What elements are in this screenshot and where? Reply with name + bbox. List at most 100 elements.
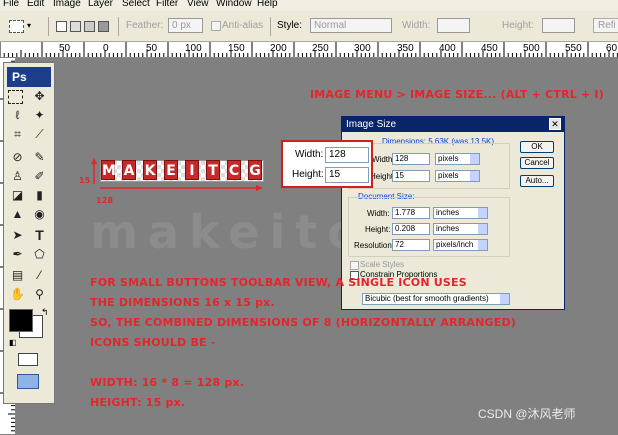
menu-filter[interactable]: Filter: [156, 0, 178, 9]
close-icon[interactable]: ✕: [549, 118, 561, 130]
scale-styles-checkbox[interactable]: [350, 261, 359, 270]
default-colors-icon[interactable]: ◧: [9, 338, 17, 347]
scale-styles-label: Scale Styles: [360, 260, 405, 269]
subtract-selection-icon[interactable]: [84, 21, 95, 32]
lasso-tool-icon[interactable]: ℓ: [8, 107, 27, 124]
calc-height: HEIGHT: 15 px.: [90, 396, 186, 409]
intersect-selection-icon[interactable]: [98, 21, 109, 32]
crop-tool-icon[interactable]: ⌗: [8, 126, 27, 143]
magic-wand-icon[interactable]: ✦: [30, 107, 49, 124]
ok-button[interactable]: OK: [520, 141, 554, 153]
style-label: Style:: [277, 20, 303, 31]
toolbox-panel: Ps ✥ ℓ ✦ ⌗ ⟋ ⊘ ✎ ♙ ✐ ◪ ▮ ▲ ◉ ➤ T ✒ ⬠ ▤ ⁄…: [3, 62, 55, 404]
options-bar: ▾ Feather: 0 px Anti-alias Style: Normal…: [0, 11, 618, 42]
note-line: FOR SMALL BUTTONS TOOLBAR VIEW, A SINGLE…: [90, 276, 467, 289]
ruler-label: 50: [146, 43, 158, 54]
px-width-unit-select[interactable]: pixels: [435, 153, 480, 165]
move-tool-icon[interactable]: ✥: [30, 88, 49, 105]
refine-edge-button[interactable]: Refi: [593, 18, 618, 33]
ruler-label: 150: [228, 43, 245, 54]
px-height-input[interactable]: 15: [392, 170, 430, 182]
menu-image[interactable]: Image: [53, 0, 81, 9]
style-select[interactable]: Normal: [310, 18, 392, 33]
height-dimension-label: 15: [79, 176, 91, 185]
antialias-checkbox[interactable]: [211, 21, 221, 31]
shape-tool-icon[interactable]: ⬠: [30, 246, 49, 263]
auto-button[interactable]: Auto...: [520, 175, 554, 187]
menu-edit[interactable]: Edit: [27, 0, 44, 9]
height-input[interactable]: [542, 18, 575, 33]
menu-window[interactable]: Window: [216, 0, 252, 9]
slice-tool-icon[interactable]: ⟋: [30, 126, 49, 143]
menu-bar: File Edit Image Layer Select Filter View…: [0, 0, 618, 11]
healing-brush-icon[interactable]: ⊘: [8, 149, 27, 166]
eyedropper-icon[interactable]: ⁄: [30, 267, 49, 284]
dialog-titlebar: Image Size ✕: [342, 117, 564, 132]
menu-view[interactable]: View: [187, 0, 209, 9]
ruler-label: 300: [354, 43, 371, 54]
add-selection-icon[interactable]: [70, 21, 81, 32]
menu-layer[interactable]: Layer: [88, 0, 113, 9]
brush-tool-icon[interactable]: ✎: [30, 149, 49, 166]
screen-mode-icon[interactable]: [17, 374, 39, 389]
type-tool-icon[interactable]: T: [30, 227, 49, 244]
callout-width-input[interactable]: 128: [325, 147, 369, 163]
cancel-button[interactable]: Cancel: [520, 157, 554, 169]
csdn-watermark: CSDN @沐风老师: [478, 407, 576, 421]
menu-file[interactable]: File: [3, 0, 19, 9]
path-select-icon[interactable]: ➤: [8, 227, 27, 244]
doc-width-unit-select[interactable]: inches: [433, 207, 488, 219]
clone-stamp-icon[interactable]: ♙: [8, 168, 27, 185]
instruction-heading: IMAGE MENU > IMAGE SIZE... (ALT + CTRL +…: [310, 88, 604, 101]
ruler-label: 450: [481, 43, 498, 54]
menu-help[interactable]: Help: [257, 0, 278, 9]
ruler-label: 500: [523, 43, 540, 54]
ruler-label: 200: [270, 43, 287, 54]
resolution-input[interactable]: 72: [392, 239, 430, 251]
note-line: SO, THE COMBINED DIMENSIONS OF 8 (HORIZO…: [90, 316, 517, 329]
calc-width: WIDTH: 16 * 8 = 128 px.: [90, 376, 245, 389]
px-width-input[interactable]: 128: [392, 153, 430, 165]
doc-height-input[interactable]: 0.208: [392, 223, 430, 235]
resolution-unit-select[interactable]: pixels/inch: [433, 239, 488, 251]
px-height-unit-select[interactable]: pixels: [435, 170, 480, 182]
marquee-tool-icon[interactable]: [8, 90, 23, 104]
pen-tool-icon[interactable]: ✒: [8, 246, 27, 263]
gradient-tool-icon[interactable]: ▮: [30, 187, 49, 204]
history-brush-icon[interactable]: ✐: [30, 168, 49, 185]
ruler-label: 50: [59, 43, 71, 54]
feather-input[interactable]: 0 px: [168, 18, 203, 33]
new-selection-icon[interactable]: [56, 21, 67, 32]
doc-height-unit-select[interactable]: inches: [433, 223, 488, 235]
resample-select[interactable]: Bicubic (best for smooth gradients): [362, 293, 510, 305]
resolution-label: Resolution:: [354, 241, 395, 250]
photoshop-logo: Ps: [7, 67, 51, 87]
menu-select[interactable]: Select: [122, 0, 150, 9]
swap-colors-icon[interactable]: ↰: [41, 307, 49, 318]
zoom-tool-icon[interactable]: ⚲: [30, 286, 49, 303]
height-label: Height:: [502, 20, 534, 31]
callout-height-input[interactable]: 15: [325, 167, 369, 183]
ruler-label: 400: [439, 43, 456, 54]
callout-width-label: Width:: [295, 149, 324, 160]
marquee-preset-icon[interactable]: [9, 20, 24, 33]
ruler-label: 60: [606, 43, 618, 54]
quick-mask-icon[interactable]: [18, 353, 38, 366]
note-line: ICONS SHOULD BE -: [90, 336, 216, 349]
ruler-label: 100: [185, 43, 202, 54]
dimension-arrows: [91, 158, 263, 191]
ruler-label: 550: [565, 43, 582, 54]
feather-label: Feather:: [126, 20, 164, 31]
width-input[interactable]: [437, 18, 470, 33]
horizontal-ruler: 50 0 50 100 150 200 250 300 350 400 450 …: [0, 42, 618, 58]
blur-tool-icon[interactable]: ▲: [8, 206, 27, 223]
doc-width-input[interactable]: 1.778: [392, 207, 430, 219]
foreground-color-swatch[interactable]: [9, 309, 33, 332]
hand-tool-icon[interactable]: ✋: [8, 286, 27, 303]
ruler-label: 0: [103, 43, 109, 54]
antialias-label: Anti-alias: [222, 20, 264, 31]
notes-tool-icon[interactable]: ▤: [8, 267, 27, 284]
chevron-down-icon[interactable]: ▾: [27, 21, 31, 30]
eraser-tool-icon[interactable]: ◪: [8, 187, 27, 204]
dodge-tool-icon[interactable]: ◉: [30, 206, 49, 223]
